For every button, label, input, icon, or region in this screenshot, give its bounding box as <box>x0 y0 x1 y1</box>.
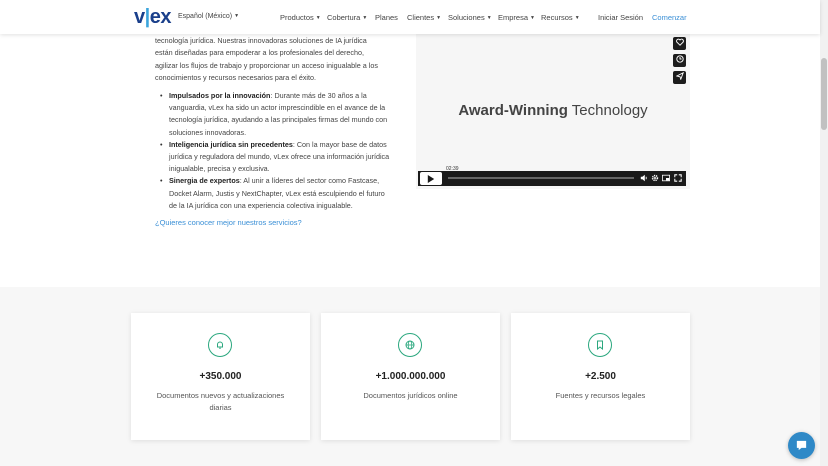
nav-cobertura[interactable]: Cobertura ▼ <box>327 13 367 22</box>
list-item: Inteligencia jurídica sin precedentes: C… <box>160 139 390 176</box>
nav-planes[interactable]: Planes <box>375 13 398 22</box>
video-progress-bar[interactable] <box>448 177 634 179</box>
vlex-logo[interactable]: v|ex <box>134 6 171 29</box>
stat-value: +1.000.000.000 <box>375 371 446 382</box>
intro-paragraph: tecnología jurídica. Nuestras innovadora… <box>155 36 378 83</box>
stat-card: +1.000.000.000 Documentos jurídicos onli… <box>321 313 500 440</box>
settings-gear-icon[interactable] <box>651 174 659 183</box>
fullscreen-icon[interactable] <box>674 174 682 183</box>
scrollbar-thumb[interactable] <box>821 58 827 130</box>
stat-label: Documentos jurídicos online <box>363 391 458 400</box>
list-item: Sinergia de expertos: Al unir a líderes … <box>160 175 390 212</box>
nav-productos[interactable]: Productos ▼ <box>280 13 321 22</box>
page-scrollbar[interactable] <box>820 0 828 466</box>
stat-value: +2.500 <box>585 371 616 382</box>
pip-icon[interactable] <box>662 174 670 183</box>
chevron-down-icon: ▼ <box>234 13 240 20</box>
nav-empresa[interactable]: Empresa ▼ <box>498 13 535 22</box>
stat-label: Fuentes y recursos legales <box>555 391 646 400</box>
list-item: Impulsados por la innovación: Durante má… <box>160 90 390 139</box>
globe-icon <box>398 333 422 357</box>
start-link[interactable]: Comenzar <box>652 13 687 22</box>
play-icon <box>427 175 435 183</box>
services-link[interactable]: ¿Quieres conocer mejor nuestros servicio… <box>155 218 302 227</box>
video-title: Award-Winning Technology <box>458 102 648 119</box>
stat-label: Documentos nuevos y actualizaciones diar… <box>156 391 285 412</box>
nav-clientes[interactable]: Clientes ▼ <box>407 13 441 22</box>
heart-icon[interactable] <box>673 37 686 50</box>
chat-bubble-icon <box>796 440 807 451</box>
features-list: Impulsados por la innovación: Durante má… <box>160 90 390 212</box>
bell-icon <box>208 333 232 357</box>
chevron-down-icon: ▼ <box>530 15 535 22</box>
language-selector[interactable]: Español (México) ▼ <box>178 13 239 20</box>
share-icon[interactable] <box>673 71 686 84</box>
video-controls <box>418 171 686 186</box>
nav-recursos[interactable]: Recursos ▼ <box>541 13 580 22</box>
chevron-down-icon: ▼ <box>436 15 442 22</box>
login-link[interactable]: Iniciar Sesión <box>598 13 643 22</box>
stat-value: +350.000 <box>199 371 242 382</box>
chevron-down-icon: ▼ <box>315 15 321 22</box>
nav-soluciones[interactable]: Soluciones ▼ <box>448 13 492 22</box>
bookmark-icon <box>588 333 612 357</box>
chat-button[interactable] <box>788 432 815 459</box>
stat-card: +350.000 Documentos nuevos y actualizaci… <box>131 313 310 440</box>
language-label: Español (México) <box>178 13 233 20</box>
stat-card: +2.500 Fuentes y recursos legales <box>511 313 690 440</box>
chevron-down-icon: ▼ <box>362 15 368 22</box>
play-button[interactable] <box>420 172 442 185</box>
chevron-down-icon: ▼ <box>574 15 580 22</box>
clock-icon[interactable] <box>673 54 686 67</box>
top-navigation: v|ex Español (México) ▼ Productos ▼ Cobert… <box>0 0 820 34</box>
chevron-down-icon: ▼ <box>486 15 492 22</box>
volume-icon[interactable] <box>640 174 648 183</box>
